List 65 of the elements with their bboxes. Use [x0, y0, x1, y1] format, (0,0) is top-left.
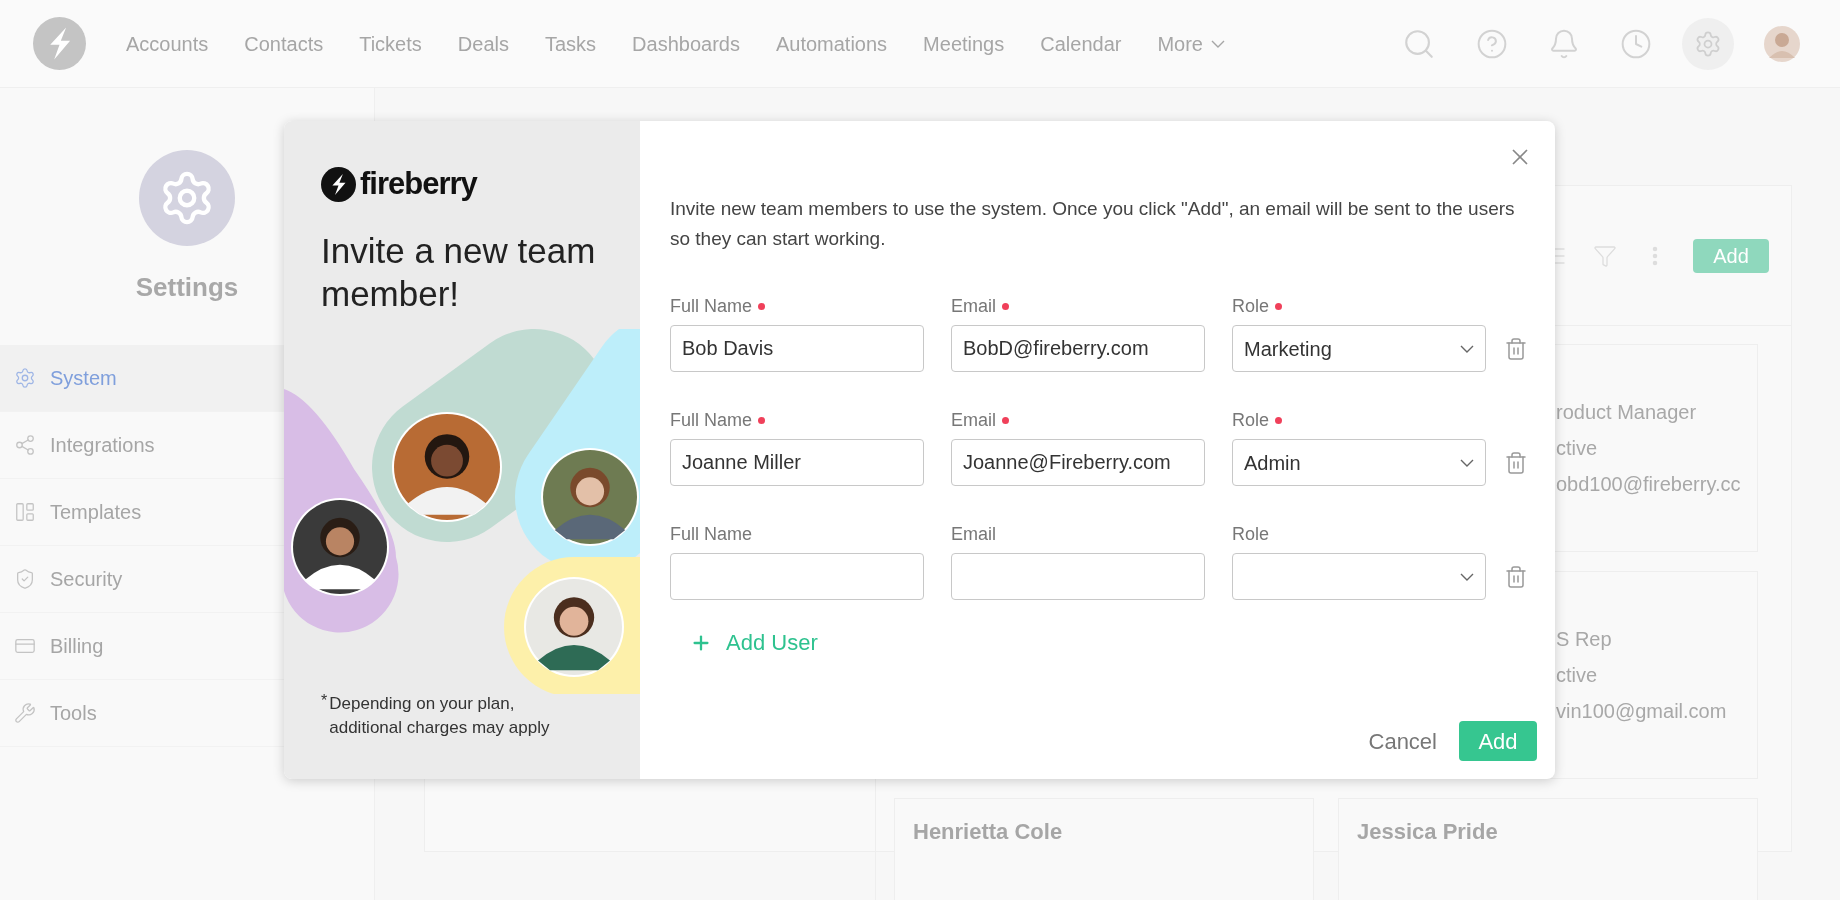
- nav-link[interactable]: Contacts: [244, 28, 324, 59]
- field-label: Role: [1232, 524, 1270, 544]
- caret-icon: [1211, 39, 1225, 48]
- shield-icon: [14, 568, 36, 590]
- chevron-icon: [1460, 344, 1474, 353]
- sidebar-title: Settings: [135, 271, 239, 304]
- chevron-icon: [1460, 458, 1474, 467]
- role-select[interactable]: Admin: [1232, 439, 1486, 486]
- clock-icon[interactable]: [1620, 27, 1652, 60]
- gear-icon: [14, 367, 36, 389]
- role-select[interactable]: [1232, 553, 1486, 600]
- dialog-heading: Invite a new team member!: [321, 230, 597, 315]
- nav-link[interactable]: Automations: [775, 28, 888, 59]
- nav-link[interactable]: Calendar: [1040, 28, 1122, 59]
- text-field[interactable]: Bob Davis: [670, 325, 924, 372]
- avatar[interactable]: [1764, 25, 1800, 62]
- text-field[interactable]: [670, 553, 924, 600]
- card-detail: roduct Manager: [1556, 400, 1698, 425]
- card-detail: S Rep: [1556, 627, 1613, 652]
- field-label: Email: [951, 410, 996, 430]
- nav-link[interactable]: Tasks: [544, 28, 597, 59]
- filter-icon[interactable]: [1593, 243, 1617, 268]
- person-name: Henrietta Cole: [913, 819, 1063, 844]
- field-label: Role: [1232, 296, 1270, 316]
- role-select[interactable]: Marketing: [1232, 325, 1486, 372]
- chevron-icon: [1460, 572, 1474, 581]
- nav-link[interactable]: Accounts: [126, 28, 209, 59]
- card-detail: vin100@gmail.com: [1556, 699, 1728, 724]
- nav-link[interactable]: Meetings: [923, 28, 1005, 59]
- submit-button[interactable]: Add: [1459, 721, 1537, 761]
- nav-link[interactable]: Dashboards: [632, 28, 740, 59]
- bell-icon[interactable]: [1548, 27, 1580, 60]
- text-field[interactable]: BobD@fireberry.com: [951, 325, 1205, 372]
- settings-icon: [1694, 29, 1722, 58]
- share-icon: [14, 434, 36, 456]
- field-label: Full Name: [670, 410, 753, 430]
- field-label: Email: [951, 296, 996, 316]
- trash-icon: [1504, 450, 1528, 475]
- cancel-button[interactable]: Cancel: [1368, 724, 1437, 758]
- field-label: Full Name: [670, 524, 753, 544]
- text-field[interactable]: Joanne Miller: [670, 439, 924, 486]
- help-icon[interactable]: [1476, 27, 1508, 60]
- text-field[interactable]: [951, 553, 1205, 600]
- nav-link[interactable]: Deals: [457, 28, 509, 59]
- dialog-description: Invite new team members to use the system. Once you click "Add", an email will be sent to the users so they can start working.: [670, 197, 1516, 251]
- card-detail: obd100@fireberry.cc: [1556, 472, 1742, 497]
- more-menu[interactable]: More: [1157, 28, 1225, 59]
- add-user-button[interactable]: Add User: [690, 626, 818, 659]
- text-field[interactable]: Joanne@Fireberry.com: [951, 439, 1205, 486]
- logo-icon: [321, 166, 356, 202]
- tools-icon: [14, 702, 36, 724]
- field-label: Full Name: [670, 296, 753, 316]
- person-name: Jessica Pride: [1356, 818, 1499, 846]
- nav-link[interactable]: Tickets: [359, 28, 422, 59]
- field-label: Email: [951, 524, 996, 544]
- layout-icon: [14, 501, 36, 523]
- logo-icon: [33, 17, 86, 70]
- field-label: Role: [1232, 410, 1270, 430]
- brand-name: fireberry: [360, 166, 477, 202]
- card-detail: ctive: [1556, 663, 1599, 688]
- trash-icon: [1504, 564, 1528, 589]
- footnote-mark: *: [321, 692, 328, 711]
- add-button[interactable]: Add: [1693, 238, 1769, 273]
- trash-icon: [1504, 336, 1528, 361]
- card-detail: ctive: [1556, 436, 1599, 461]
